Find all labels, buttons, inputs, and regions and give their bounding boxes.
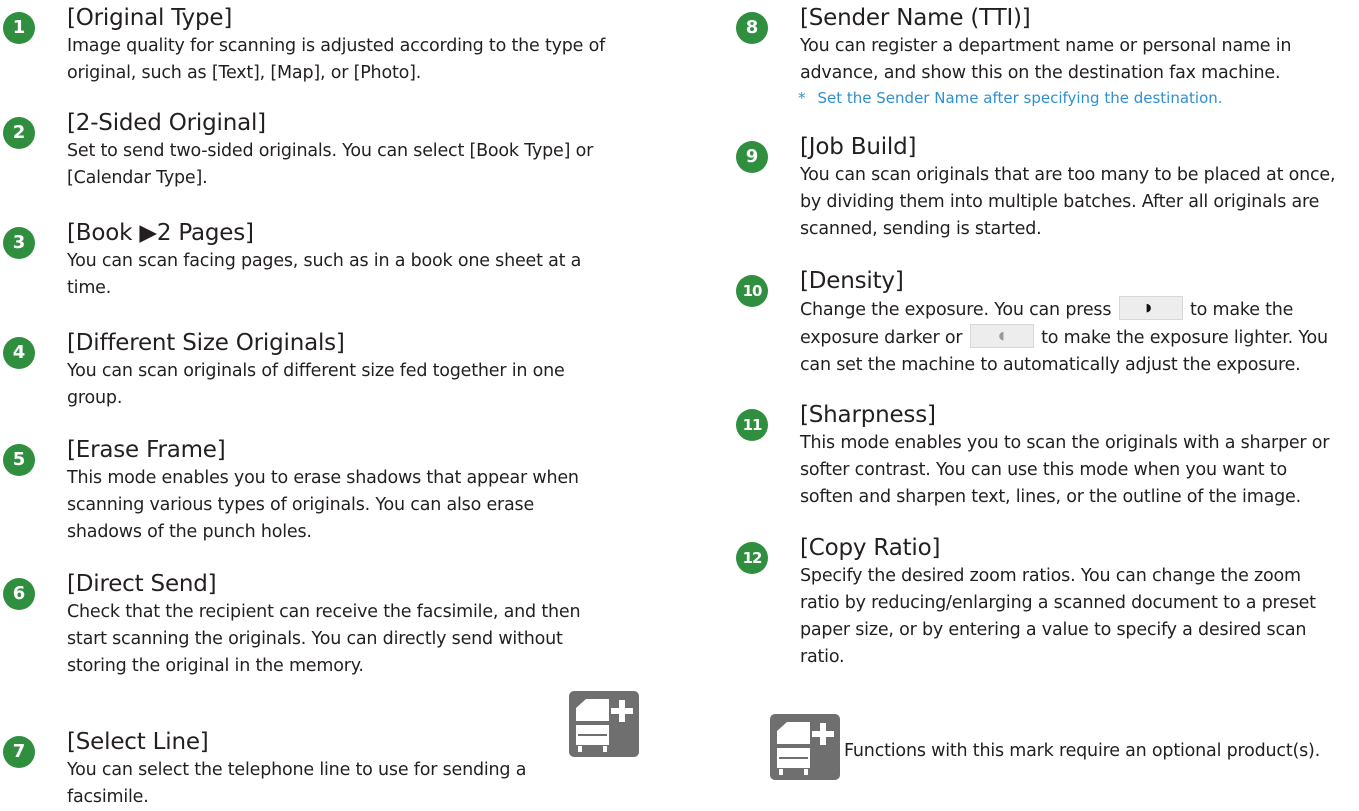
note-text: Set the Sender Name after specifying the… [817, 89, 1223, 107]
item-title: [Book ▶2 Pages] [67, 220, 254, 246]
darker-key-image: ◗ [1118, 296, 1183, 320]
number-badge: 8 [736, 12, 768, 44]
item-title: [Direct Send] [67, 571, 217, 597]
density-text-1: Change the exposure. You can press [800, 300, 1112, 320]
item-title: [Copy Ratio] [800, 535, 941, 561]
item-title: [Sharpness] [800, 402, 936, 428]
number-badge: 10 [736, 275, 768, 307]
item-note: * Set the Sender Name after specifying th… [798, 88, 1223, 108]
note-asterisk: * [798, 89, 806, 107]
number-badge: 9 [736, 141, 768, 173]
number-badge: 7 [3, 736, 35, 768]
item-title: [Select Line] [67, 729, 209, 755]
item-description: Specify the desired zoom ratios. You can… [800, 566, 1316, 667]
item-title: [Sender Name (TTI)] [800, 5, 1031, 31]
number-badge: 12 [736, 542, 768, 574]
item-title: [Job Build] [800, 134, 917, 160]
number-badge: 2 [3, 117, 35, 149]
item-description: Image quality for scanning is adjusted a… [67, 36, 606, 83]
item-description: You can register a department name or pe… [800, 36, 1292, 83]
item-title: [2-Sided Original] [67, 110, 266, 136]
lighter-arrow-icon: ◖ [998, 329, 1005, 342]
item-description: This mode enables you to erase shadows t… [67, 468, 579, 542]
number-badge: 4 [3, 337, 35, 369]
item-description: Set to send two-sided originals. You can… [67, 141, 594, 188]
item-title: [Original Type] [67, 5, 233, 31]
item-description: You can scan facing pages, such as in a … [67, 251, 582, 298]
item-title: [Different Size Originals] [67, 330, 345, 356]
number-badge: 6 [3, 578, 35, 610]
number-badge: 3 [3, 227, 35, 259]
item-description: You can scan originals of different size… [67, 361, 565, 408]
item-description: Change the exposure. You can press ◗ to … [800, 296, 1359, 379]
item-description: You can select the telephone line to use… [67, 760, 527, 807]
item-description: This mode enables you to scan the origin… [800, 433, 1330, 507]
number-badge: 11 [736, 409, 768, 441]
item-title: [Erase Frame] [67, 437, 226, 463]
item-description: You can scan originals that are too many… [800, 165, 1336, 239]
lighter-key-image: ◖ [969, 324, 1034, 348]
darker-arrow-icon: ◗ [1145, 301, 1152, 314]
legend-text: Functions with this mark require an opti… [844, 741, 1321, 761]
item-title: [Density] [800, 268, 904, 294]
number-badge: 5 [3, 444, 35, 476]
item-description: Check that the recipient can receive the… [67, 602, 581, 676]
legend-optional-product-icon [770, 714, 840, 780]
optional-product-icon [569, 691, 639, 757]
number-badge: 1 [3, 12, 35, 44]
